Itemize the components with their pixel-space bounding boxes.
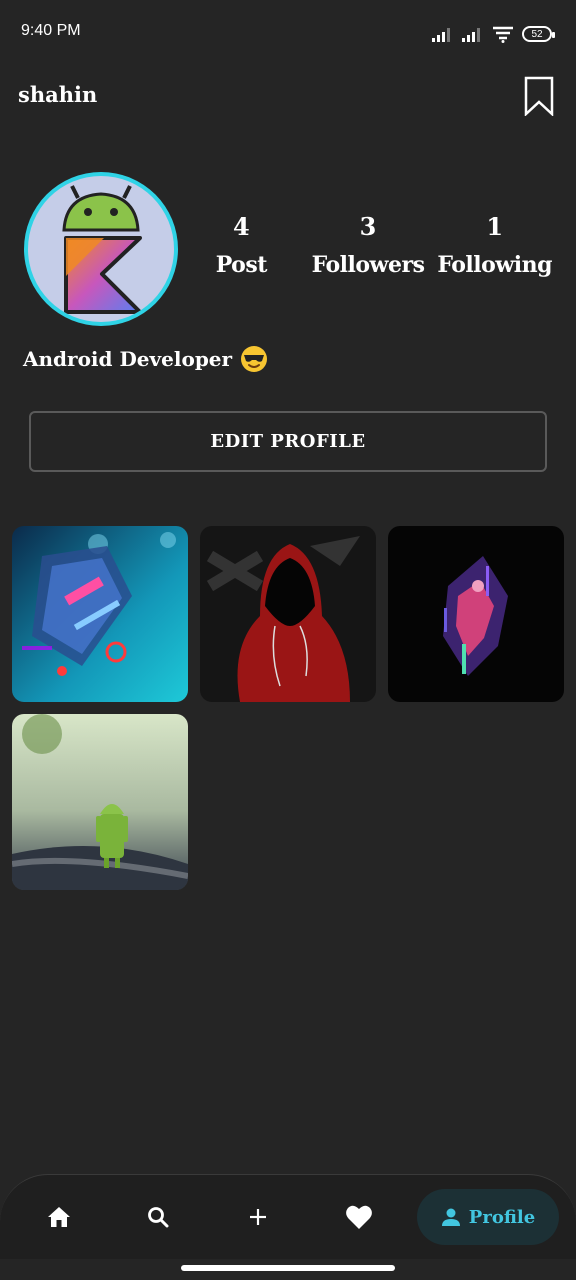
profile-stats: 4 Post 3 Followers 1 Following [178, 210, 558, 282]
nav-search[interactable] [144, 1203, 172, 1231]
stat-value: 3 [359, 212, 377, 241]
profile-username: shahin [18, 82, 98, 107]
stat-label: Following [437, 252, 552, 278]
battery-level: 52 [531, 28, 543, 40]
nav-profile-label: Profile [468, 1206, 536, 1228]
status-bar: 9:40 PM 52 [0, 0, 576, 66]
android-kotlin-logo [62, 185, 142, 314]
stat-following[interactable]: 1 Following [431, 210, 558, 282]
sunglasses-emoji-icon [241, 346, 268, 372]
nav-home[interactable] [45, 1203, 73, 1231]
search-icon [148, 1207, 169, 1228]
bookmark-icon[interactable] [524, 76, 554, 116]
home-icon [48, 1207, 70, 1227]
person-icon [441, 1208, 460, 1226]
battery-icon: 52 [522, 26, 555, 42]
post-thumbnail[interactable] [388, 526, 564, 702]
post-thumbnail[interactable] [12, 714, 188, 890]
bio-text: Android Developer [23, 347, 233, 371]
stat-posts[interactable]: 4 Post [178, 210, 305, 282]
status-time: 9:40 PM [21, 22, 81, 39]
wifi-icon [493, 26, 513, 43]
post-thumbnail[interactable] [12, 526, 188, 702]
home-indicator [181, 1265, 395, 1271]
stat-label: Followers [311, 252, 425, 278]
add-icon [250, 1209, 266, 1225]
profile-avatar[interactable] [24, 172, 178, 326]
signal-icon [462, 28, 480, 42]
edit-profile-button[interactable]: EDIT PROFILE [29, 411, 547, 472]
stat-followers[interactable]: 3 Followers [305, 210, 432, 282]
post-image-4 [12, 714, 188, 890]
post-thumbnail[interactable] [200, 526, 376, 702]
stat-label: Post [215, 252, 268, 278]
post-image-1 [12, 526, 188, 702]
nav-add[interactable] [244, 1203, 272, 1231]
avatar-image [28, 176, 174, 322]
post-image-2 [200, 526, 376, 702]
nav-favorites[interactable] [345, 1203, 373, 1231]
profile-bio: Android Developer [23, 345, 268, 373]
stat-value: 1 [486, 212, 504, 241]
nav-profile[interactable]: Profile [417, 1189, 559, 1245]
post-image-3 [388, 526, 564, 702]
stat-value: 4 [232, 212, 250, 241]
heart-icon [346, 1205, 372, 1229]
status-icons: 52 [432, 24, 555, 44]
signal-icon [432, 28, 450, 42]
bottom-navigation: Profile [0, 1174, 576, 1259]
